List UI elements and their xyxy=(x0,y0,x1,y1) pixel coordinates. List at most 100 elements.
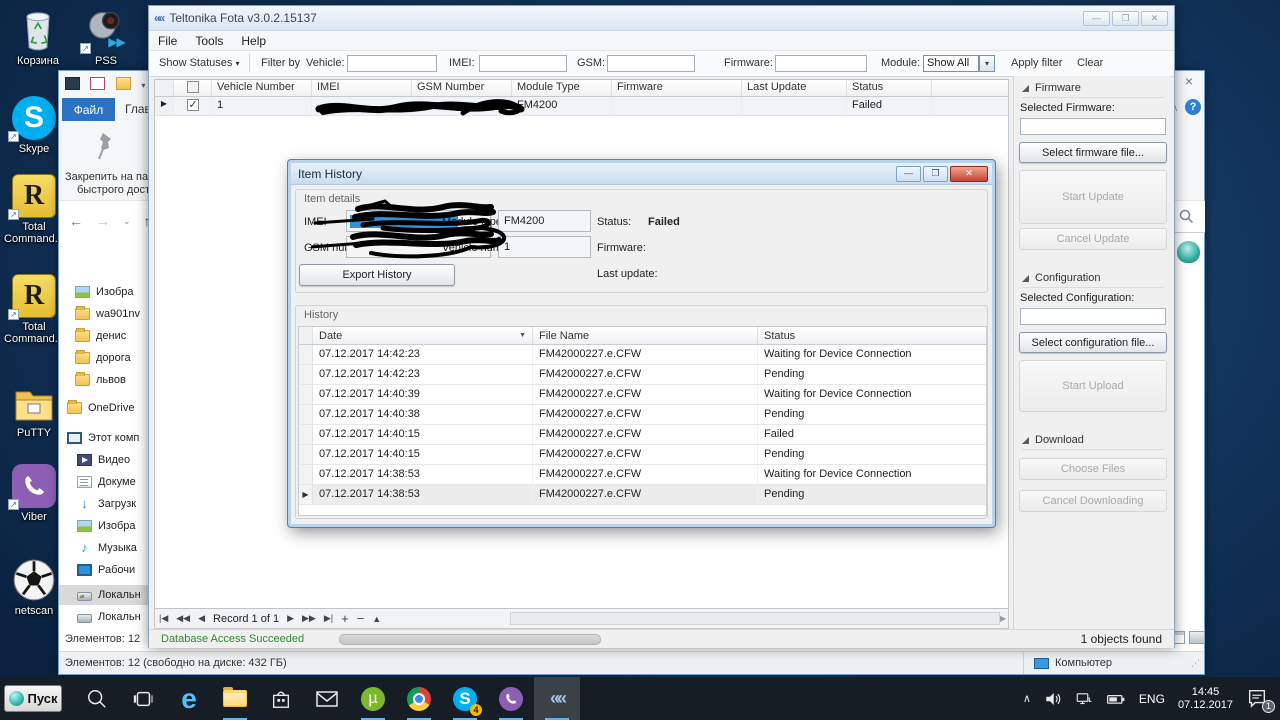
new-folder-icon[interactable] xyxy=(116,77,131,90)
horizontal-scrollbar[interactable] xyxy=(510,612,1000,625)
next-page-icon[interactable]: ▶▶ xyxy=(298,613,320,624)
history-row[interactable]: 07.12.2017 14:42:23 FM42000227.e.CFW Pen… xyxy=(299,365,986,385)
vehicle-filter-input[interactable] xyxy=(347,55,437,72)
tray-clock[interactable]: 14:45 07.12.2017 xyxy=(1178,686,1233,712)
col-vehicle-number[interactable]: Vehicle Number xyxy=(212,80,312,96)
firmware-section-header[interactable]: Firmware xyxy=(1022,82,1164,98)
start-upload-button[interactable]: Start Upload xyxy=(1019,360,1167,412)
taskbar-utorrent-button[interactable]: µ xyxy=(350,677,396,720)
menu-help[interactable]: Help xyxy=(232,34,275,48)
first-record-icon[interactable]: |◀ xyxy=(155,613,172,624)
history-row-selected[interactable]: ▶ 07.12.2017 14:38:53 FM42000227.e.CFW P… xyxy=(299,485,986,505)
apply-filter-button[interactable]: Apply filter xyxy=(1011,57,1062,69)
cancel-update-button[interactable]: Cancel Update xyxy=(1019,228,1167,250)
close-button[interactable]: ✕ xyxy=(1141,11,1168,26)
select-all-checkbox[interactable] xyxy=(174,80,212,96)
taskbar-search-button[interactable] xyxy=(74,677,120,720)
imei-filter-input[interactable] xyxy=(479,55,567,72)
taskbar-edge-button[interactable]: e xyxy=(166,677,212,720)
explorer-tab-file[interactable]: Файл xyxy=(62,98,115,121)
task-view-button[interactable] xyxy=(120,677,166,720)
desktop-icon-recycle-bin[interactable]: Корзина xyxy=(6,6,70,67)
row-checkbox[interactable] xyxy=(174,97,212,115)
help-icon[interactable]: ? xyxy=(1185,99,1201,115)
dialog-close-button[interactable]: ✕ xyxy=(950,166,988,182)
history-col-status[interactable]: Status xyxy=(758,327,986,344)
history-row[interactable]: 07.12.2017 14:38:53 FM42000227.e.CFW Wai… xyxy=(299,465,986,485)
battery-icon[interactable] xyxy=(1106,690,1126,708)
forward-arrow-icon[interactable]: → xyxy=(96,213,110,229)
taskbar-fota-button[interactable]: «« xyxy=(534,677,580,720)
menu-file[interactable]: File xyxy=(149,34,186,48)
sidebar-item-local-disk-c[interactable]: Локальн xyxy=(59,585,148,605)
explorer-close-icon[interactable]: × xyxy=(1175,73,1203,93)
col-last-update[interactable]: Last Update xyxy=(742,80,847,96)
export-history-button[interactable]: Export History xyxy=(299,264,455,286)
selected-configuration-input[interactable] xyxy=(1020,308,1166,325)
choose-files-button[interactable]: Choose Files xyxy=(1019,458,1167,480)
col-gsm-number[interactable]: GSM Number xyxy=(412,80,512,96)
taskbar-viber-button[interactable] xyxy=(488,677,534,720)
shell-icon[interactable] xyxy=(1177,241,1200,263)
history-row[interactable]: 07.12.2017 14:42:23 FM42000227.e.CFW Wai… xyxy=(299,345,986,365)
desktop-icon-skype[interactable]: S ↗ Skype xyxy=(2,94,66,155)
fota-title-bar[interactable]: «« Teltonika Fota v3.0.2.15137 — ❐ ✕ xyxy=(149,6,1174,31)
edit-record-icon[interactable]: ▲ xyxy=(368,614,385,624)
dialog-title-bar[interactable]: Item History — ❐ ✕ xyxy=(291,163,992,185)
device-row[interactable]: ▶ 1 FM4200 Failed xyxy=(155,97,1008,116)
scroll-right-icon[interactable]: ▶ xyxy=(1000,614,1006,623)
desktop-icon-putty[interactable]: PuTTY xyxy=(2,378,66,439)
history-row[interactable]: 07.12.2017 14:40:39 FM42000227.e.CFW Wai… xyxy=(299,385,986,405)
recent-locations-icon[interactable]: ⌄ xyxy=(123,216,131,227)
clear-button[interactable]: Clear xyxy=(1077,57,1103,69)
qat-dropdown-icon[interactable]: ▾ xyxy=(141,81,145,90)
prev-record-icon[interactable]: ◀ xyxy=(194,613,209,624)
minimize-button[interactable]: — xyxy=(1083,11,1110,26)
tray-expand-icon[interactable]: ∧ xyxy=(1023,692,1031,705)
desktop-icon-total-commander-1[interactable]: R ↗ Total Command... xyxy=(2,172,66,245)
action-center-button[interactable]: 1 xyxy=(1246,687,1272,711)
maximize-button[interactable]: ❐ xyxy=(1112,11,1139,26)
taskbar-chrome-button[interactable] xyxy=(396,677,442,720)
next-record-icon[interactable]: ▶ xyxy=(283,613,298,624)
taskbar-explorer-button[interactable] xyxy=(212,677,258,720)
col-imei[interactable]: IMEI xyxy=(312,80,412,96)
configuration-section-header[interactable]: Configuration xyxy=(1022,272,1164,288)
history-col-file-name[interactable]: File Name xyxy=(533,327,758,344)
vehicle-number-field[interactable]: 1 xyxy=(498,236,591,258)
desktop-icon-viber[interactable]: ↗ Viber xyxy=(2,462,66,523)
network-icon[interactable] xyxy=(1075,690,1093,708)
resize-grip[interactable]: ⋰ xyxy=(1191,658,1204,669)
show-statuses-dropdown[interactable]: Show Statuses ▾ xyxy=(159,57,239,69)
language-indicator[interactable]: ENG xyxy=(1139,692,1165,706)
last-record-icon[interactable]: ▶| xyxy=(320,613,337,624)
select-configuration-file-button[interactable]: Select configuration file... xyxy=(1019,332,1167,353)
history-row[interactable]: 07.12.2017 14:40:38 FM42000227.e.CFW Pen… xyxy=(299,405,986,425)
history-row[interactable]: 07.12.2017 14:40:15 FM42000227.e.CFW Fai… xyxy=(299,425,986,445)
prev-page-icon[interactable]: ◀◀ xyxy=(172,613,194,624)
volume-icon[interactable] xyxy=(1044,690,1062,708)
col-firmware[interactable]: Firmware xyxy=(612,80,742,96)
desktop-icon-total-commander-2[interactable]: R ↗ Total Command... xyxy=(2,272,66,345)
dialog-maximize-button[interactable]: ❐ xyxy=(923,166,948,182)
search-box[interactable] xyxy=(1171,201,1205,233)
append-record-icon[interactable]: + xyxy=(337,611,353,626)
module-type-field[interactable]: FM4200 xyxy=(498,210,591,232)
taskbar-mail-button[interactable] xyxy=(304,677,350,720)
menu-tools[interactable]: Tools xyxy=(186,34,232,48)
firmware-filter-input[interactable] xyxy=(775,55,867,72)
download-section-header[interactable]: Download xyxy=(1022,434,1164,450)
desktop-icon-pss[interactable]: ↗ PSS xyxy=(74,6,138,67)
back-arrow-icon[interactable]: ← xyxy=(69,213,83,229)
pin-icon[interactable] xyxy=(95,131,117,166)
start-button[interactable]: Пуск xyxy=(4,685,62,712)
delete-record-icon[interactable]: − xyxy=(353,611,369,626)
gsm-filter-input[interactable] xyxy=(607,55,695,72)
taskbar-store-button[interactable] xyxy=(258,677,304,720)
start-update-button[interactable]: Start Update xyxy=(1019,170,1167,224)
col-status[interactable]: Status xyxy=(847,80,932,96)
col-module-type[interactable]: Module Type xyxy=(512,80,612,96)
module-dropdown-icon[interactable]: ▾ xyxy=(979,55,995,72)
thumbnails-view-icon[interactable] xyxy=(1189,631,1205,644)
module-select-value[interactable]: Show All xyxy=(923,55,979,72)
